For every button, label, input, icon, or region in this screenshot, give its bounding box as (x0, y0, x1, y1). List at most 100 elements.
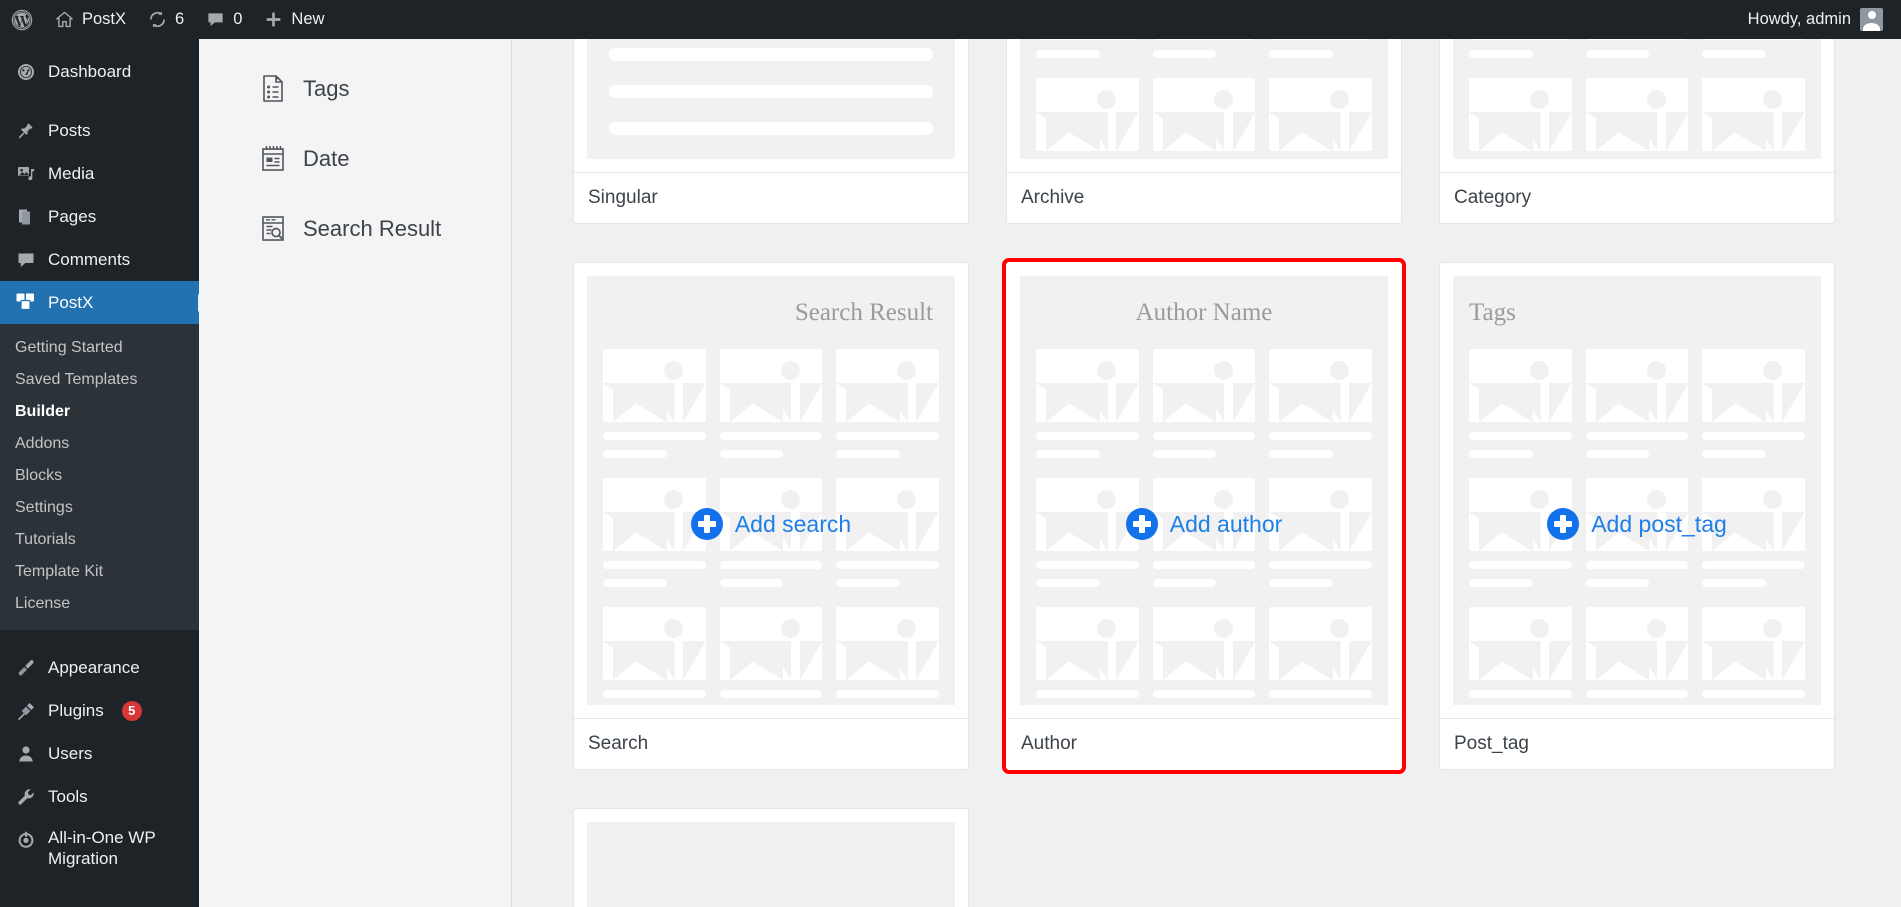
placeholder-image-icon (1152, 607, 1256, 680)
skeleton-line (1152, 432, 1256, 440)
placeholder-image-icon (1036, 349, 1139, 422)
skeleton-line (603, 561, 706, 569)
type-item-tags[interactable]: Tags (199, 54, 511, 124)
placeholder-image-icon (1469, 78, 1572, 151)
skeleton-cell (1152, 607, 1256, 705)
sidebar-item-label: Dashboard (48, 61, 132, 81)
placeholder-image-icon (1269, 78, 1372, 151)
skeleton-row (1469, 607, 1805, 705)
admin-bar: PostX 6 0 New Howdy, admin (0, 0, 1901, 39)
template-card-archive[interactable]: Archive (1006, 39, 1402, 224)
adminbar-wordpress-logo[interactable] (0, 0, 44, 39)
sidebar-item-label: Media (48, 163, 95, 183)
placeholder-image-icon (603, 349, 706, 422)
pages-icon (15, 206, 36, 227)
add-author-button[interactable]: Add author (1020, 508, 1388, 540)
sidebar-item-pages[interactable]: Pages (0, 195, 199, 238)
skeleton-line (1036, 39, 1139, 40)
sidebar-item-tools[interactable]: Tools (0, 775, 199, 818)
template-card-search[interactable]: Search Result Add search Search (573, 262, 969, 770)
add-search-button[interactable]: Add search (587, 508, 955, 540)
submenu-item-blocks[interactable]: Blocks (0, 460, 199, 492)
update-icon (148, 10, 167, 29)
template-preview-title: Tags (1469, 299, 1516, 326)
plus-circle-icon (1125, 508, 1158, 540)
sidebar-item-appearance[interactable]: Appearance (0, 646, 199, 689)
sidebar-item-label: Pages (48, 206, 97, 226)
adminbar-comments[interactable]: 0 (195, 0, 253, 39)
appearance-brush-icon (15, 657, 36, 678)
skeleton-row (1036, 349, 1372, 458)
template-card-author[interactable]: Author Name Add author Author (1002, 258, 1406, 774)
builder-template-grid-area: Singular Archive Category Search Result … (513, 39, 1901, 907)
skeleton-row (1036, 607, 1372, 705)
skeleton-line (1585, 450, 1650, 458)
submenu-item-license[interactable]: License (0, 588, 199, 620)
skeleton-cell (1469, 349, 1572, 458)
template-card-label: Singular (574, 172, 968, 223)
sidebar-item-postx[interactable]: PostX (0, 281, 199, 324)
skeleton-line (1036, 432, 1139, 440)
plugins-plug-icon (15, 700, 36, 721)
template-card-singular[interactable]: Singular (573, 39, 969, 224)
skeleton-cell (1702, 39, 1805, 58)
calendar-document-icon (260, 144, 287, 174)
skeleton-line (1269, 450, 1333, 458)
skeleton-cell (603, 349, 706, 458)
skeleton-row (1469, 39, 1805, 58)
skeleton-line (1469, 450, 1533, 458)
submenu-item-tutorials[interactable]: Tutorials (0, 524, 199, 556)
type-item-date[interactable]: Date (199, 124, 511, 194)
adminbar-my-account[interactable]: Howdy, admin (1748, 8, 1901, 31)
adminbar-updates[interactable]: 6 (137, 0, 195, 39)
plugins-update-badge: 5 (121, 700, 142, 721)
add-post-tag-button[interactable]: Add post_tag (1453, 508, 1821, 540)
skeleton-line (1585, 50, 1650, 58)
skeleton-line (836, 450, 900, 458)
skeleton-line (1702, 579, 1766, 587)
sidebar-item-label: Posts (48, 120, 91, 140)
template-preview: Tags Add post_tag (1453, 276, 1821, 705)
template-card-category[interactable]: Category (1439, 39, 1835, 224)
sidebar-item-users[interactable]: Users (0, 732, 199, 775)
submenu-item-addons[interactable]: Addons (0, 428, 199, 460)
skeleton-line (1036, 579, 1100, 587)
submenu-item-settings[interactable]: Settings (0, 492, 199, 524)
skeleton-line (1469, 561, 1572, 569)
submenu-item-builder[interactable]: Builder (0, 396, 199, 428)
skeleton-line (1702, 561, 1805, 569)
sidebar-item-comments[interactable]: Comments (0, 238, 199, 281)
skeleton-line (1585, 561, 1689, 569)
skeleton-line (1469, 432, 1572, 440)
sidebar-item-media[interactable]: Media (0, 152, 199, 195)
skeleton-line (719, 432, 823, 440)
skeleton-cell (1269, 39, 1372, 58)
adminbar-site-name[interactable]: PostX (44, 0, 137, 39)
skeleton-line (1269, 579, 1333, 587)
template-card-post-tag[interactable]: Tags Add post_tag Post_tag (1439, 262, 1835, 770)
sidebar-item-posts[interactable]: Posts (0, 109, 199, 152)
skeleton-row (603, 607, 939, 705)
skeleton-cell (1152, 39, 1256, 58)
template-preview (1453, 39, 1821, 159)
skeleton-line (1152, 561, 1256, 569)
sidebar-item-all-in-one-wp-migration[interactable]: All-in-One WP Migration (0, 818, 199, 868)
sidebar-item-dashboard[interactable]: Dashboard (0, 50, 199, 93)
sidebar-item-plugins[interactable]: Plugins 5 (0, 689, 199, 732)
submenu-item-getting-started[interactable]: Getting Started (0, 332, 199, 364)
placeholder-image-icon (1152, 78, 1256, 151)
skeleton-line (719, 690, 823, 698)
skeleton-line (719, 450, 784, 458)
tag-document-icon (260, 74, 287, 104)
template-card-label: Author (1007, 718, 1401, 769)
type-item-search-result[interactable]: Search Result (199, 194, 511, 264)
submenu-item-saved-templates[interactable]: Saved Templates (0, 364, 199, 396)
tools-wrench-icon (15, 786, 36, 807)
adminbar-new-content[interactable]: New (253, 0, 335, 39)
skeleton-cell (1269, 78, 1372, 159)
skeleton-line (1036, 690, 1139, 698)
submenu-item-template-kit[interactable]: Template Kit (0, 556, 199, 588)
template-card-label: Archive (1007, 172, 1401, 223)
template-card-next-partial[interactable] (573, 808, 969, 907)
placeholder-image-icon (1269, 349, 1372, 422)
